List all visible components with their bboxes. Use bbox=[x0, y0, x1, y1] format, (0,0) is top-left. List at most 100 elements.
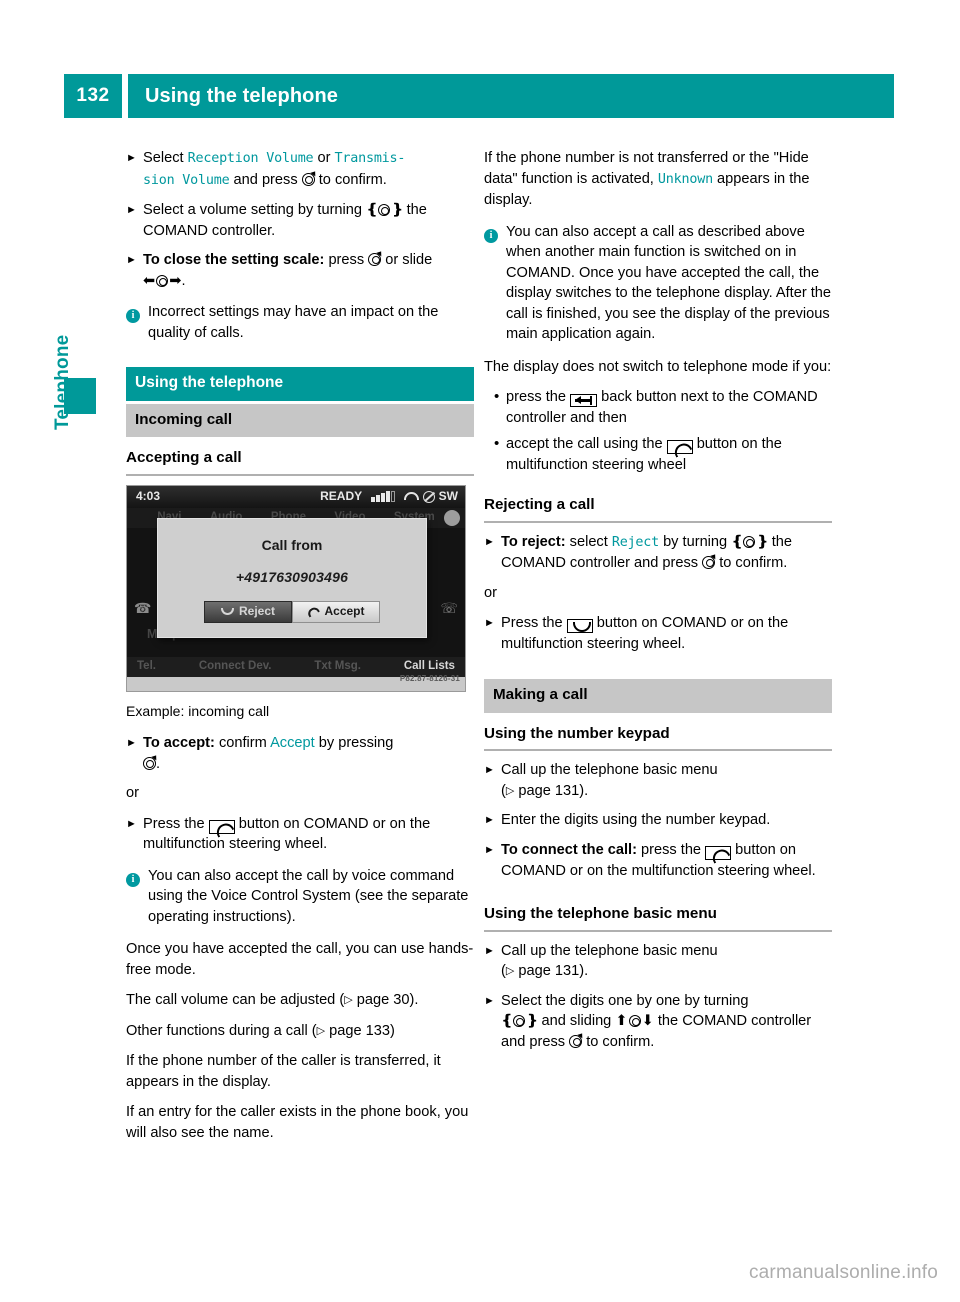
press-controller-icon bbox=[702, 556, 716, 569]
step-call-up-basic-menu-2: ► Call up the telephone basic menu (▷ pag… bbox=[484, 941, 832, 982]
step-suffix: to confirm. bbox=[314, 171, 387, 188]
step-close-scale: ► To close the setting scale: press or s… bbox=[126, 250, 474, 291]
para-unknown-caller: If the phone number is not transferred o… bbox=[484, 148, 832, 211]
bullet-text: accept the call using the button on the … bbox=[506, 434, 832, 475]
screen-bottom-txt-msg: Txt Msg. bbox=[314, 660, 361, 673]
step-text: Press the button on COMAND or on the mul… bbox=[501, 613, 832, 654]
step-to-accept: ► To accept: confirm Accept by pressing … bbox=[126, 733, 474, 774]
info-icon-wrap: i bbox=[484, 222, 506, 345]
section-bar-using-telephone: Using the telephone bbox=[126, 367, 474, 401]
step-marker-icon: ► bbox=[484, 814, 495, 826]
phone-pickup-button-icon bbox=[208, 819, 235, 834]
page-ref-arrow-icon: ▷ bbox=[344, 994, 353, 1006]
bullet-back-button: • press the back button next to the COMA… bbox=[484, 387, 832, 428]
heading-number-keypad: Using the number keypad bbox=[484, 724, 832, 751]
slide-horizontal-icon: ⬅ ➡ bbox=[143, 272, 182, 289]
turn-controller-icon: ❴ ❵ bbox=[501, 1013, 538, 1029]
note-text: You can also accept the call by voice co… bbox=[148, 867, 469, 925]
section-bar-making-a-call: Making a call bbox=[484, 679, 832, 713]
step-bold-lead: To close the setting scale: bbox=[143, 252, 325, 268]
step-mid2: by turning bbox=[659, 533, 732, 550]
step-mid: confirm bbox=[214, 735, 271, 751]
step-marker-icon: ► bbox=[484, 764, 495, 776]
heading-telephone-basic-menu: Using the telephone basic menu bbox=[484, 904, 832, 932]
page-ref: page 30). bbox=[352, 992, 419, 1008]
note-incorrect-settings: i Incorrect settings may have an impact … bbox=[126, 302, 474, 343]
phone-pickup-button-icon bbox=[666, 440, 693, 454]
heading-rejecting-a-call: Rejecting a call bbox=[484, 495, 832, 523]
site-watermark: carmanualsonline.info bbox=[748, 1262, 938, 1283]
dialog-accept-button[interactable]: Accept bbox=[292, 600, 380, 623]
step-end: . bbox=[181, 272, 186, 289]
bullet-text: press the back button next to the COMAND… bbox=[506, 387, 832, 428]
dialog-reject-label: Reject bbox=[238, 604, 276, 619]
or-separator-2: or bbox=[484, 584, 497, 601]
step-text: To connect the call: press the button on… bbox=[501, 840, 832, 881]
left-column: ► Select Reception Volume or Transmis‐si… bbox=[126, 148, 474, 1153]
screen-term-unknown: Unknown bbox=[657, 171, 713, 187]
step-select-digits: ► Select the digits one by one by turnin… bbox=[484, 991, 832, 1053]
dialog-title: Call from bbox=[261, 536, 323, 553]
step-volume-setting: ► Select a volume setting by turning ❴ ❵ … bbox=[126, 200, 474, 241]
page-number: 132 bbox=[64, 74, 122, 118]
step-joiner: or bbox=[313, 150, 335, 166]
screen-term-reject: Reject bbox=[611, 534, 660, 550]
step-prefix: Select a volume setting by turning bbox=[143, 202, 367, 218]
screen-term-transmission-volume-a: Transmis‐ bbox=[334, 151, 406, 166]
comand-screenshot: 4:03 READY SW Navi Audio Phone Video Sys… bbox=[126, 484, 466, 692]
step-text: Select Reception Volume or Transmis‐sion… bbox=[143, 148, 474, 191]
para-phonebook-entry: If an entry for the caller exists in the… bbox=[126, 1104, 469, 1141]
bullet-prefix: accept the call using the bbox=[506, 436, 667, 452]
manual-page: 132 Using the telephone Telephone ► Sele… bbox=[0, 0, 960, 1302]
step-bold-lead: To connect the call: bbox=[501, 842, 637, 858]
or-separator-1: or bbox=[126, 785, 139, 801]
phone-hangup-button-icon bbox=[566, 619, 593, 633]
step-suffix: by pressing bbox=[314, 735, 394, 751]
step-bold-lead: To reject: bbox=[501, 533, 566, 550]
bullet-marker-icon: • bbox=[494, 435, 500, 452]
section-bar-incoming-call: Incoming call bbox=[126, 403, 474, 437]
step-marker-icon: ► bbox=[126, 817, 137, 830]
press-controller-icon bbox=[301, 172, 315, 186]
info-icon-wrap: i bbox=[126, 302, 148, 343]
screen-network-label: SW bbox=[438, 489, 458, 504]
para-other-functions: Other functions during a call (▷ page 13… bbox=[126, 1021, 474, 1042]
bullet-prefix: press the bbox=[506, 389, 571, 405]
note-voice-command: i You can also accept the call by voice … bbox=[126, 866, 474, 928]
screen-bottom-tel: Tel. bbox=[137, 660, 156, 673]
step-marker-icon: ► bbox=[126, 204, 137, 216]
back-button-icon bbox=[570, 394, 598, 407]
dialog-accept-label: Accept bbox=[324, 604, 365, 619]
para-number-transferred: If the phone number of the caller is tra… bbox=[126, 1053, 441, 1090]
step-line1: Call up the telephone basic menu bbox=[501, 762, 718, 778]
screen-accept-hint-icon: ☏ bbox=[440, 599, 458, 616]
step-marker-icon: ► bbox=[484, 994, 495, 1007]
phone-pickup-button-icon bbox=[705, 846, 732, 860]
para-call-volume: The call volume can be adjusted (▷ page … bbox=[126, 990, 474, 1011]
step-text: Press the button on COMAND or on the mul… bbox=[143, 814, 474, 855]
turn-controller-icon: ❴ ❵ bbox=[366, 202, 403, 218]
step-marker-icon: ► bbox=[126, 152, 137, 164]
right-column: If the phone number is not transferred o… bbox=[484, 148, 832, 1061]
dialog-buttons: Reject Accept bbox=[204, 600, 380, 623]
step-text: To accept: confirm Accept by pressing . bbox=[143, 733, 474, 774]
page-header: 132 Using the telephone bbox=[64, 74, 894, 118]
dialog-phone-number: +4917630903496 bbox=[235, 569, 349, 585]
bullet-accept-call: • accept the call using the button on th… bbox=[484, 434, 832, 475]
screen-term-transmission-volume-b: sion Volume bbox=[143, 172, 230, 188]
heading-accepting-a-call: Accepting a call bbox=[126, 448, 474, 476]
step-press-phone-button: ► Press the button on COMAND or on the m… bbox=[126, 814, 474, 855]
step-mid: press the bbox=[636, 842, 706, 858]
screen-status-right: READY SW bbox=[320, 486, 458, 507]
info-icon: i bbox=[126, 872, 140, 887]
screen-term-accept: Accept bbox=[270, 735, 315, 751]
screen-status-bar: 4:03 READY SW bbox=[127, 485, 465, 508]
screen-clock: 4:03 bbox=[136, 489, 161, 504]
screen-corner-knob-icon bbox=[444, 509, 460, 526]
handset-icon bbox=[403, 491, 419, 500]
dialog-reject-button[interactable]: Reject bbox=[204, 600, 292, 623]
step-text: Call up the telephone basic menu (▷ page … bbox=[501, 942, 718, 980]
